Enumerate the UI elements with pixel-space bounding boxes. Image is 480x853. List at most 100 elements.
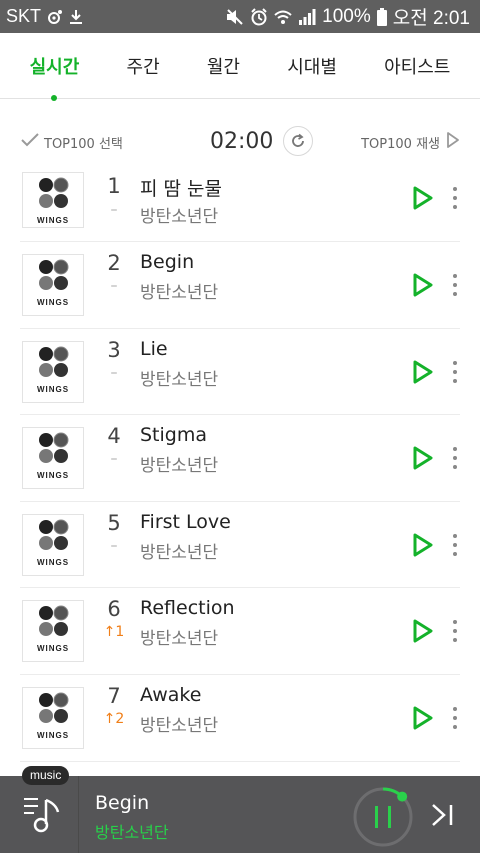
top100-select-button[interactable]: TOP100 선택 [20, 132, 123, 152]
album-art[interactable]: WINGS [22, 427, 84, 490]
more-options-button[interactable] [450, 447, 460, 470]
album-art[interactable]: WINGS [22, 686, 84, 749]
more-options-button[interactable] [450, 620, 460, 643]
rank-change: – [110, 278, 118, 294]
pause-icon [353, 787, 413, 847]
tab-monthly[interactable]: 월간 [203, 53, 244, 79]
more-dot [453, 706, 457, 711]
more-dot [453, 542, 457, 547]
rank-change: ↑2 [103, 710, 125, 727]
wings-cover-image: WINGS [37, 259, 69, 307]
song-artist: 방탄소년단 [140, 369, 219, 390]
pause-button[interactable] [352, 786, 414, 848]
more-dot [453, 196, 457, 200]
play-icon [413, 533, 433, 557]
tab-by-era[interactable]: 시대별 [283, 53, 341, 79]
status-bar: SKT 100% 오전 2:01 [0, 0, 480, 33]
album-label: WINGS [37, 471, 69, 480]
album-art[interactable]: WINGS [22, 513, 84, 576]
play-song-button[interactable] [412, 705, 434, 731]
song-artist: 방탄소년단 [140, 715, 219, 736]
mini-player[interactable]: Begin 방탄소년단 [0, 776, 480, 853]
tab-label: 주간 [126, 56, 160, 78]
song-row[interactable]: WINGS 7 ↑2 Awake 방탄소년단 [20, 675, 460, 762]
player-divider [78, 776, 79, 853]
song-row[interactable]: WINGS 5 – First Love 방탄소년단 [20, 502, 460, 589]
song-title: Awake [140, 683, 202, 706]
music-badge: music [22, 766, 70, 785]
song-title: First Love [140, 510, 231, 533]
play-outline-icon [446, 131, 460, 153]
tab-weekly[interactable]: 주간 [123, 53, 164, 79]
song-title: Lie [140, 337, 168, 360]
refresh-icon [292, 133, 305, 147]
carrier-label: SKT [6, 6, 42, 26]
song-row[interactable]: WINGS 4 – Stigma 방탄소년단 [20, 415, 460, 502]
rank-change: – [110, 202, 118, 218]
more-dot [453, 378, 457, 383]
play-icon [413, 273, 433, 297]
song-rank: 6 [107, 597, 121, 622]
tab-artist[interactable]: 아티스트 [380, 53, 454, 79]
song-rank: 2 [107, 251, 121, 275]
song-title: Begin [140, 251, 195, 273]
play-song-button[interactable] [412, 532, 434, 558]
more-options-button[interactable] [450, 274, 460, 296]
status-right: 100% 오전 2:01 [226, 3, 470, 30]
now-playing-title: Begin [95, 792, 150, 814]
album-art[interactable]: WINGS [22, 172, 84, 228]
wifi-icon [274, 9, 292, 25]
song-artist: 방탄소년단 [140, 207, 219, 227]
album-art[interactable]: WINGS [22, 340, 84, 403]
playlist-button[interactable] [18, 792, 64, 838]
song-row[interactable]: WINGS 2 – Begin 방탄소년단 [20, 242, 460, 329]
play-song-button[interactable] [412, 185, 434, 211]
more-dot [453, 187, 457, 191]
play-song-button[interactable] [412, 618, 434, 644]
playlist-music-icon [24, 798, 60, 833]
tab-label: 아티스트 [384, 56, 451, 78]
song-rank: 1 [107, 174, 121, 198]
more-options-button[interactable] [450, 187, 460, 209]
song-title: 피 땀 눈물 [140, 178, 222, 200]
more-dot [453, 369, 457, 374]
song-artist: 방탄소년단 [140, 456, 219, 477]
more-dot [453, 205, 457, 209]
more-dot [453, 465, 457, 470]
play-song-button[interactable] [412, 445, 434, 471]
more-dot [453, 620, 457, 625]
next-track-button[interactable] [430, 801, 456, 829]
tab-label: 실시간 [29, 56, 80, 78]
clock: 오전 2:01 [392, 8, 470, 29]
more-dot [453, 283, 457, 287]
album-art[interactable]: WINGS [22, 600, 84, 663]
play-song-button[interactable] [412, 359, 434, 385]
refresh-button[interactable] [283, 126, 314, 156]
album-art[interactable]: WINGS [22, 254, 84, 316]
play-song-button[interactable] [412, 272, 434, 298]
more-dot [453, 533, 457, 538]
more-options-button[interactable] [450, 706, 460, 729]
album-label: WINGS [37, 731, 69, 740]
wings-cover-image: WINGS [37, 605, 69, 653]
play-icon [413, 360, 433, 384]
top100-play-button[interactable]: TOP100 재생 [361, 131, 460, 153]
top100-play-label: TOP100 재생 [361, 136, 440, 152]
play-icon [413, 186, 433, 210]
song-row[interactable]: WINGS 6 ↑1 Reflection 방탄소년단 [20, 588, 460, 675]
chart-controls: TOP100 선택 02:00 TOP100 재생 [0, 120, 480, 164]
skip-next-icon [432, 804, 453, 826]
more-options-button[interactable] [450, 360, 460, 383]
album-label: WINGS [37, 385, 69, 394]
song-row[interactable]: WINGS 1 – 피 땀 눈물 방탄소년단 [20, 172, 460, 242]
more-options-button[interactable] [450, 533, 460, 556]
rank-change: – [110, 537, 118, 554]
more-dot [453, 638, 457, 643]
wings-cover-image: WINGS [37, 346, 69, 394]
song-list: WINGS 1 – 피 땀 눈물 방탄소년단 WINGS 2 – Begin 방… [0, 172, 480, 776]
tab-label: 시대별 [287, 56, 337, 78]
more-dot [453, 274, 457, 278]
song-row[interactable]: WINGS 3 – Lie 방탄소년단 [20, 329, 460, 416]
tab-realtime[interactable]: 실시간 [26, 53, 84, 101]
battery-icon [376, 7, 387, 26]
